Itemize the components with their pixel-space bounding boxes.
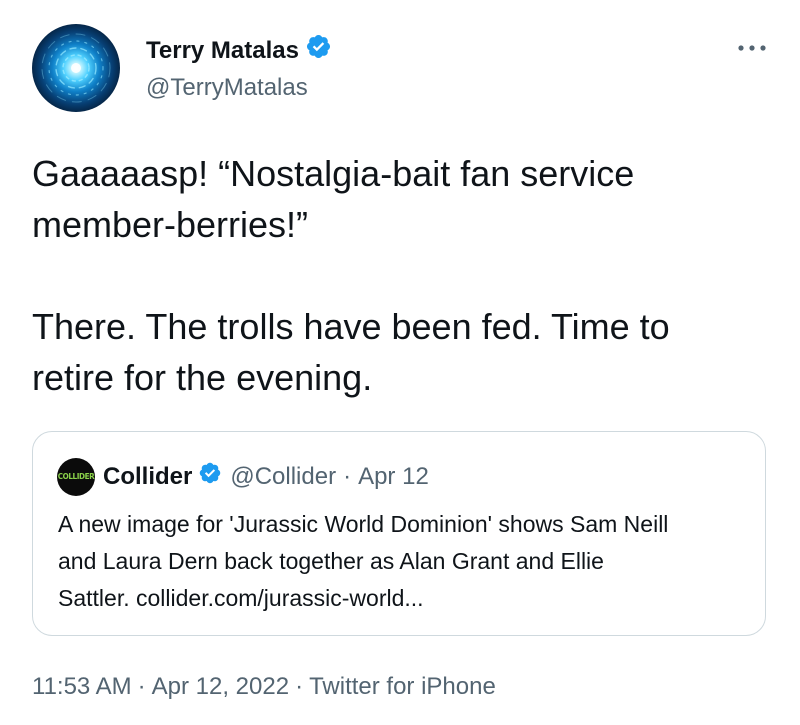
tweet-date[interactable]: Apr 12, 2022 <box>152 673 289 700</box>
avatar-rings-icon <box>41 33 111 103</box>
tweet-line: Gaaaaasp! “Nostalgia-bait fan service <box>32 153 635 194</box>
tweet-time[interactable]: 11:53 AM <box>32 673 132 700</box>
author-name-text: Terry Matalas <box>146 36 299 64</box>
quoted-author-handle[interactable]: @Collider <box>230 462 336 492</box>
quoted-tweet-card[interactable]: COLLIDER Collider @Collider · Apr 12 A n… <box>32 431 766 636</box>
verified-badge-icon <box>305 33 332 68</box>
meta-separator: · <box>137 673 146 700</box>
quoted-author-name[interactable]: Collider <box>103 462 192 492</box>
meta-separator: · <box>343 463 352 490</box>
quoted-author-avatar[interactable]: COLLIDER <box>57 458 95 496</box>
tweet-line: There. The trolls have been fed. Time to <box>32 306 670 347</box>
tweet-line: member-berries!” <box>32 204 309 245</box>
quoted-tweet-text: A new image for 'Jurassic World Dominion… <box>58 506 748 617</box>
quoted-avatar-logo-text: COLLIDER <box>57 472 95 481</box>
more-options-icon[interactable] <box>735 38 769 58</box>
quoted-tweet-header: COLLIDER Collider @Collider · Apr 12 <box>57 458 429 496</box>
quoted-tweet-line: and Laura Dern back together as Alan Gra… <box>58 548 604 574</box>
verified-badge-icon <box>198 461 222 493</box>
author-display-name[interactable]: Terry Matalas <box>146 33 332 68</box>
quoted-tweet-line: Sattler. collider.com/jurassic-world... <box>58 585 424 611</box>
tweet-footer: 11:53 AM · Apr 12, 2022 · Twitter for iPhone <box>32 672 496 702</box>
tweet-text: Gaaaaasp! “Nostalgia-bait fan service me… <box>32 148 752 403</box>
author-handle[interactable]: @TerryMatalas <box>146 73 308 103</box>
tweet-line: retire for the evening. <box>32 357 373 398</box>
quoted-tweet-date[interactable]: Apr 12 <box>358 462 429 492</box>
author-avatar[interactable] <box>32 24 120 112</box>
quoted-tweet-line: A new image for 'Jurassic World Dominion… <box>58 511 669 537</box>
tweet-source: Twitter for iPhone <box>309 673 496 700</box>
meta-separator: · <box>295 673 304 700</box>
